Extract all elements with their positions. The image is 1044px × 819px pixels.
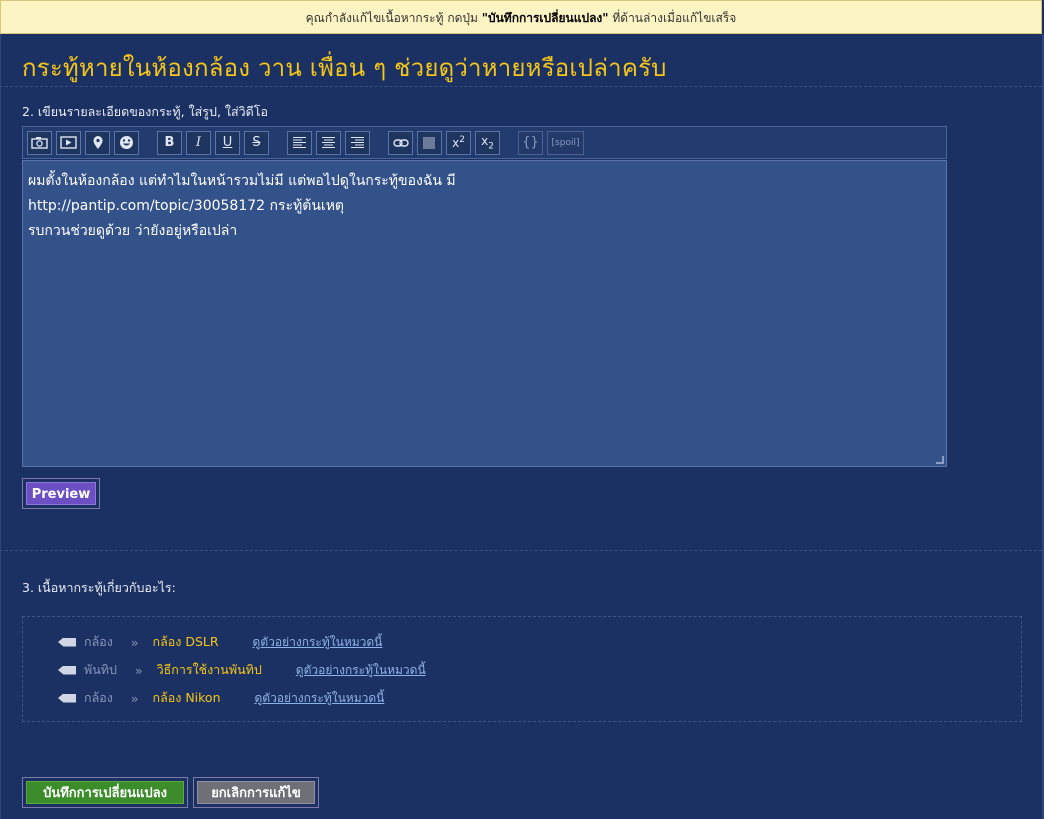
page-title: กระทู้หายในห้องกล้อง วาน เพื่อน ๆ ช่วยดู… (22, 54, 667, 82)
topic-subcategory[interactable]: วิธีการใช้งานพันทิป (157, 660, 262, 680)
editor-line: ผมตั้งในห้องกล้อง แต่ทำไมในหน้ารวมไม่มี … (28, 173, 456, 189)
content-editor-textarea[interactable]: ผมตั้งในห้องกล้อง แต่ทำไมในหน้ารวมไม่มี … (22, 160, 947, 467)
arrow-separator: » (134, 662, 143, 678)
editor-line: รบกวนช่วยดูด้วย ว่ายังอยู่หรือเปล่า (28, 223, 238, 239)
editor-toolbar: B I U S x2 x2 {} [spoil] (22, 126, 947, 159)
camera-icon[interactable] (27, 130, 52, 155)
barcode-icon[interactable] (417, 130, 442, 155)
topic-category[interactable]: กล้อง (84, 632, 113, 652)
underline-button[interactable]: U (215, 130, 240, 155)
italic-button[interactable]: I (186, 130, 211, 155)
spoil-button[interactable]: [spoil] (547, 130, 584, 155)
bold-button[interactable]: B (157, 130, 182, 155)
save-changes-button[interactable]: บันทึกการเปลี่ยนแปลง (22, 777, 188, 808)
align-center-icon[interactable] (316, 130, 341, 155)
topic-row: กล้อง » กล้อง Nikon ดูตัวอย่างกระทู้ในหม… (58, 689, 384, 707)
section-2-label: 2. เขียนรายละเอียดของกระทู้, ใส่รูป, ใส่… (22, 104, 268, 119)
topic-category[interactable]: พันทิป (84, 660, 117, 680)
section-3-label: 3. เนื้อหากระทู้เกี่ยวกับอะไร: (22, 580, 176, 595)
title-divider (0, 86, 1042, 87)
editor-line: http://pantip.com/topic/30058172 กระทู้ต… (28, 198, 345, 214)
topic-tags-box: กล้อง » กล้อง DSLR ดูตัวอย่างกระทู้ในหมว… (22, 616, 1022, 722)
example-topics-link[interactable]: ดูตัวอย่างกระทู้ในหมวดนี้ (253, 633, 383, 652)
resize-handle[interactable] (936, 456, 944, 464)
example-topics-link[interactable]: ดูตัวอย่างกระทู้ในหมวดนี้ (296, 661, 426, 680)
video-icon[interactable] (56, 130, 81, 155)
notice-suffix: ที่ด้านล่างเมื่อแก้ไขเสร็จ (608, 11, 737, 25)
strikethrough-button[interactable]: S (244, 130, 269, 155)
notice-prefix: คุณกำลังแก้ไขเนื้อหากระทู้ กดปุ่ม (305, 11, 482, 25)
superscript-button[interactable]: x2 (446, 130, 471, 155)
tag-icon (58, 693, 76, 703)
emoticon-icon[interactable] (114, 130, 139, 155)
topic-category[interactable]: กล้อง (84, 688, 113, 708)
align-left-icon[interactable] (287, 130, 312, 155)
subscript-button[interactable]: x2 (475, 130, 500, 155)
notice-button-ref: "บันทึกการเปลี่ยนแปลง" (481, 11, 609, 25)
code-button[interactable]: {} (518, 130, 543, 155)
align-right-icon[interactable] (345, 130, 370, 155)
link-icon[interactable] (388, 130, 413, 155)
topic-row: พันทิป » วิธีการใช้งานพันทิป ดูตัวอย่างก… (58, 661, 426, 679)
section-divider (0, 550, 1042, 551)
arrow-separator: » (130, 634, 139, 650)
arrow-separator: » (130, 690, 139, 706)
tag-icon (58, 665, 76, 675)
topic-row: กล้อง » กล้อง DSLR ดูตัวอย่างกระทู้ในหมว… (58, 633, 382, 651)
topic-subcategory[interactable]: กล้อง DSLR (153, 632, 219, 652)
preview-button[interactable]: Preview (22, 478, 100, 509)
cancel-edit-button[interactable]: ยกเลิกการแก้ไข (193, 777, 319, 808)
edit-notice-banner: คุณกำลังแก้ไขเนื้อหากระทู้ กดปุ่ม "บันทึ… (0, 0, 1042, 34)
example-topics-link[interactable]: ดูตัวอย่างกระทู้ในหมวดนี้ (255, 689, 385, 708)
topic-subcategory[interactable]: กล้อง Nikon (153, 688, 221, 708)
map-pin-icon[interactable] (85, 130, 110, 155)
tag-icon (58, 637, 76, 647)
